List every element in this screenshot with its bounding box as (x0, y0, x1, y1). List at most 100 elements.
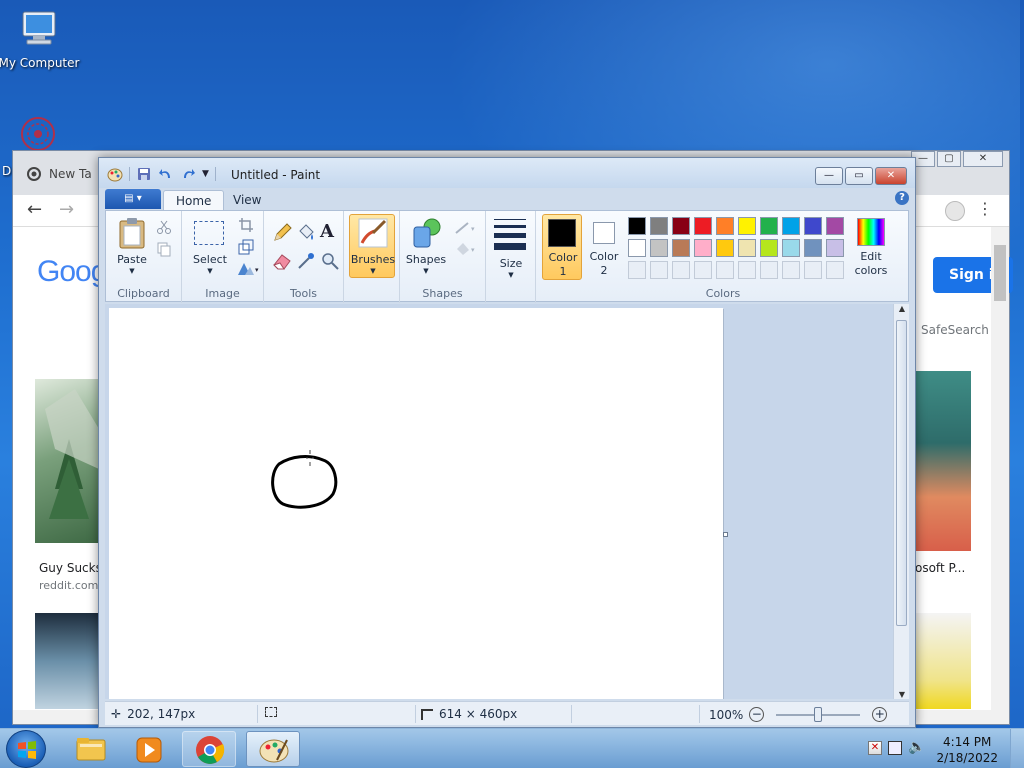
fill-icon[interactable]: ▾ (454, 241, 478, 257)
chrome-scroll-thumb[interactable] (994, 245, 1006, 301)
outline-icon[interactable]: ▾ (454, 221, 478, 235)
palette-swatch-empty[interactable] (760, 261, 778, 279)
palette-swatch[interactable] (826, 217, 844, 235)
redo-icon[interactable] (180, 166, 196, 182)
chrome-vertical-scrollbar[interactable] (991, 227, 1009, 710)
canvas-resize-handle[interactable] (723, 532, 728, 537)
result-image-left[interactable] (35, 379, 99, 543)
forward-arrow-icon[interactable]: → (59, 199, 74, 220)
color-picker-icon[interactable] (296, 251, 316, 271)
brushes-button[interactable]: Brushes ▼ (349, 214, 395, 278)
paint-vertical-scrollbar[interactable]: ▲ ▼ (893, 304, 909, 699)
save-icon[interactable] (136, 166, 152, 182)
paint-app-icon[interactable] (107, 166, 123, 182)
palette-swatch[interactable] (672, 239, 690, 257)
edit-colors-button[interactable]: Edit colors (848, 214, 894, 280)
safesearch-label[interactable]: SafeSearch (921, 323, 989, 337)
chrome-menu-icon[interactable]: ⋮ (977, 199, 993, 218)
taskbar-media-player-button[interactable] (122, 731, 176, 767)
result-image-left-2[interactable] (35, 613, 99, 709)
palette-swatch[interactable] (738, 217, 756, 235)
palette-swatch[interactable] (782, 239, 800, 257)
palette-swatch-empty[interactable] (650, 261, 668, 279)
palette-swatch[interactable] (694, 217, 712, 235)
shapes-button[interactable]: Shapes ▼ (404, 215, 448, 279)
taskbar-paint-button[interactable] (246, 731, 300, 767)
palette-swatch[interactable] (650, 239, 668, 257)
show-desktop-button[interactable] (1010, 729, 1024, 768)
palette-swatch[interactable] (826, 239, 844, 257)
tab-view[interactable]: View (221, 190, 273, 210)
color2-button[interactable]: Color 2 (584, 214, 624, 280)
profile-avatar-icon[interactable] (945, 201, 965, 221)
taskbar-clock[interactable]: 4:14 PM 2/18/2022 (936, 734, 998, 766)
color1-button[interactable]: Color 1 (542, 214, 582, 280)
select-button[interactable]: Select ▼ (188, 215, 232, 279)
action-center-flag-icon[interactable]: ✕ (868, 741, 882, 755)
zoom-slider[interactable] (776, 706, 861, 722)
minimize-button[interactable]: — (815, 167, 843, 185)
tab-home[interactable]: Home (163, 190, 225, 210)
palette-swatch[interactable] (804, 217, 822, 235)
result-left-title[interactable]: Guy Sucks (39, 561, 102, 575)
palette-swatch[interactable] (738, 239, 756, 257)
resize-icon[interactable] (238, 239, 254, 255)
size-button[interactable]: Size ▼ (490, 215, 532, 279)
palette-swatch[interactable] (650, 217, 668, 235)
palette-swatch[interactable] (804, 239, 822, 257)
pencil-icon[interactable] (272, 223, 292, 243)
palette-swatch[interactable] (760, 217, 778, 235)
result-image-right-2[interactable] (915, 613, 971, 709)
taskbar-chrome-button[interactable] (182, 731, 236, 767)
paste-button[interactable]: Paste ▼ (112, 215, 152, 279)
undo-icon[interactable] (158, 166, 174, 182)
fill-bucket-icon[interactable] (296, 223, 316, 243)
paint-menu-button[interactable]: ▤ ▾ (105, 189, 161, 209)
back-arrow-icon[interactable]: ← (27, 199, 42, 220)
scroll-down-arrow-icon[interactable]: ▼ (894, 690, 910, 699)
chrome-maximize-button[interactable]: ▢ (937, 151, 961, 167)
palette-swatch[interactable] (716, 239, 734, 257)
chrome-close-button[interactable]: ✕ (963, 151, 1003, 167)
zoom-in-icon[interactable]: + (872, 707, 888, 722)
volume-icon[interactable]: 🔈 (908, 739, 925, 755)
palette-swatch-empty[interactable] (672, 261, 690, 279)
palette-swatch[interactable] (694, 239, 712, 257)
desktop-icon-my-computer[interactable]: My Computer (0, 8, 84, 70)
magnifier-icon[interactable] (320, 251, 340, 271)
text-tool-icon[interactable]: A (320, 221, 334, 242)
maximize-button[interactable]: ▭ (845, 167, 873, 185)
paint-scroll-thumb[interactable] (896, 320, 907, 626)
result-right-title[interactable]: osoft P... (915, 561, 965, 575)
drawing-canvas[interactable] (109, 308, 723, 699)
palette-swatch[interactable] (782, 217, 800, 235)
help-icon[interactable]: ? (895, 191, 909, 205)
close-button[interactable]: ✕ (875, 167, 907, 185)
customize-toolbar-chevron-icon[interactable]: ▼ (202, 169, 209, 179)
zoom-slider-thumb[interactable] (814, 706, 823, 722)
paint-titlebar[interactable]: ▼ Untitled - Paint — ▭ ✕ (99, 158, 915, 188)
eraser-icon[interactable] (272, 251, 292, 271)
zoom-out-icon[interactable]: − (749, 707, 765, 722)
palette-swatch[interactable] (716, 217, 734, 235)
crop-icon[interactable] (238, 217, 254, 233)
palette-swatch-empty[interactable] (826, 261, 844, 279)
palette-swatch[interactable] (628, 217, 646, 235)
start-button[interactable] (6, 730, 46, 768)
palette-swatch[interactable] (672, 217, 690, 235)
taskbar-explorer-button[interactable] (64, 731, 118, 767)
chrome-tab[interactable]: New Ta (27, 167, 92, 181)
rotate-icon[interactable]: ▾ (236, 261, 260, 277)
palette-swatch[interactable] (760, 239, 778, 257)
network-icon[interactable] (888, 741, 902, 755)
palette-swatch-empty[interactable] (716, 261, 734, 279)
palette-swatch-empty[interactable] (628, 261, 646, 279)
palette-swatch-empty[interactable] (694, 261, 712, 279)
copy-icon[interactable] (156, 241, 172, 257)
palette-swatch-empty[interactable] (738, 261, 756, 279)
result-image-right[interactable] (915, 371, 971, 551)
palette-swatch-empty[interactable] (804, 261, 822, 279)
palette-swatch[interactable] (628, 239, 646, 257)
cut-icon[interactable] (156, 219, 172, 235)
palette-swatch-empty[interactable] (782, 261, 800, 279)
